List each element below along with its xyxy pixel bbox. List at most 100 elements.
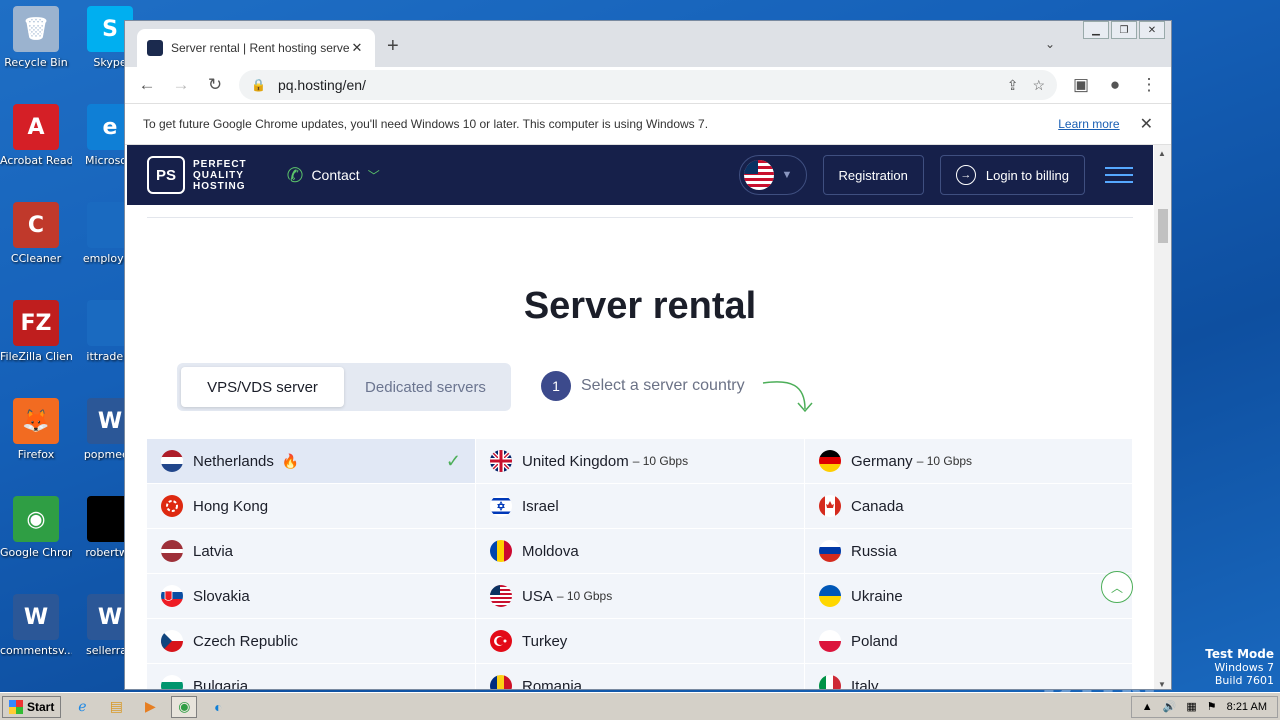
desktop-icon[interactable]: ◉ Google Chrome: [0, 496, 72, 559]
ie-icon[interactable]: ℯ: [69, 696, 95, 718]
bookmark-star-icon[interactable]: ☆: [1032, 77, 1045, 94]
volume-icon[interactable]: 🔊: [1163, 700, 1177, 713]
cz-flag-icon: [161, 630, 183, 652]
media-player-icon[interactable]: ▶: [137, 696, 163, 718]
country-speed: – 10 Gbps: [916, 454, 973, 468]
clock[interactable]: 8:21 AM: [1227, 701, 1267, 713]
chevron-down-icon: ﹀: [367, 168, 380, 183]
start-button[interactable]: Start: [2, 695, 62, 718]
registration-button[interactable]: Registration: [822, 155, 924, 195]
tab-close-icon[interactable]: ✕: [349, 40, 365, 56]
country-option-tr[interactable]: Turkey: [476, 619, 805, 664]
country-name: USA: [522, 587, 553, 605]
desktop-icon[interactable]: 🗑 Recycle Bin: [0, 6, 72, 69]
country-name: Canada: [851, 497, 904, 515]
scroll-thumb[interactable]: [1158, 209, 1168, 243]
minimize-button[interactable]: ▁: [1083, 21, 1109, 39]
de-flag-icon: [819, 450, 841, 472]
bg-flag-icon: [161, 675, 183, 689]
browser-toolbar: ← → ↻ 🔒 pq.hosting/en/ ⇪ ☆ ▣ ● ⋮: [125, 67, 1171, 103]
reload-button[interactable]: ↻: [201, 71, 229, 99]
desktop-icon-label: commentsv...: [0, 644, 72, 657]
site-logo[interactable]: PS PERFECT QUALITY HOSTING: [147, 156, 247, 194]
hamburger-menu-icon[interactable]: [1105, 162, 1133, 188]
scroll-to-top-button[interactable]: ︿: [1101, 571, 1133, 603]
country-option-de[interactable]: Germany – 10 Gbps: [805, 439, 1133, 484]
browser-tab[interactable]: Server rental | Rent hosting servers ✕: [137, 29, 375, 67]
country-option-sk[interactable]: Slovakia: [147, 574, 476, 619]
phone-icon: ✆: [286, 164, 304, 187]
hk-flag-icon: [161, 495, 183, 517]
country-option-gb[interactable]: United Kingdom – 10 Gbps: [476, 439, 805, 484]
desktop-icon[interactable]: FZ FileZilla Client: [0, 300, 72, 363]
side-panel-icon[interactable]: ▣: [1067, 71, 1095, 99]
lock-icon[interactable]: 🔒: [251, 78, 266, 92]
profile-avatar-icon[interactable]: ●: [1101, 71, 1129, 99]
explorer-icon[interactable]: ▤: [103, 696, 129, 718]
country-name: Hong Kong: [193, 497, 269, 515]
country-option-md[interactable]: Moldova: [476, 529, 805, 574]
country-name: Germany: [851, 452, 913, 470]
learn-more-link[interactable]: Learn more: [1058, 117, 1119, 131]
country-option-it[interactable]: Italy: [805, 664, 1133, 689]
desktop-icon[interactable]: A Acrobat Reader DC: [0, 104, 72, 167]
logo-mark: PS: [147, 156, 185, 194]
share-icon[interactable]: ⇪: [1007, 77, 1019, 94]
tab-search-chevron-icon[interactable]: ⌄: [1045, 37, 1055, 51]
back-button[interactable]: ←: [133, 71, 161, 99]
infobar-message: To get future Google Chrome updates, you…: [143, 117, 709, 131]
page-scrollbar[interactable]: ▲ ▼: [1154, 145, 1171, 689]
country-option-hk[interactable]: Hong Kong: [147, 484, 476, 529]
country-option-nl[interactable]: Netherlands 🔥 ✓: [147, 439, 476, 484]
country-option-ru[interactable]: Russia: [805, 529, 1133, 574]
scroll-up-icon[interactable]: ▲: [1158, 149, 1166, 158]
desktop-icon[interactable]: C CCleaner: [0, 202, 72, 265]
restore-button[interactable]: ❐: [1111, 21, 1137, 39]
desktop-icon-label: Recycle Bin: [4, 56, 68, 69]
country-option-lv[interactable]: Latvia: [147, 529, 476, 574]
country-option-ro[interactable]: Romania: [476, 664, 805, 689]
contact-label: Contact: [311, 167, 360, 183]
login-arrow-icon: →: [955, 165, 976, 185]
country-option-cz[interactable]: Czech Republic: [147, 619, 476, 664]
pl-flag-icon: [819, 630, 841, 652]
new-tab-button[interactable]: +: [387, 35, 399, 58]
tab-dedicated[interactable]: Dedicated servers: [344, 367, 507, 407]
tab-vps-vds[interactable]: VPS/VDS server: [181, 367, 344, 407]
edge-icon[interactable]: ◐: [205, 696, 231, 718]
contact-menu[interactable]: ✆ Contact ﹀: [287, 163, 380, 188]
chrome-menu-icon[interactable]: ⋮: [1135, 71, 1163, 99]
tab-title: Server rental | Rent hosting servers: [171, 41, 349, 55]
country-name: Netherlands: [193, 452, 274, 470]
ru-flag-icon: [819, 540, 841, 562]
app-icon: C: [13, 202, 59, 248]
login-billing-button[interactable]: → Login to billing: [939, 155, 1085, 195]
scroll-down-icon[interactable]: ▼: [1158, 680, 1166, 689]
country-name: Poland: [851, 632, 898, 650]
step-number: 1: [541, 371, 571, 401]
url-text[interactable]: pq.hosting/en/: [278, 77, 993, 93]
language-selector[interactable]: ▼: [738, 155, 807, 195]
tr-flag-icon: [490, 630, 512, 652]
forward-button[interactable]: →: [167, 71, 195, 99]
desktop-icon[interactable]: Wcommentsv...: [0, 594, 72, 657]
app-icon: 🗑: [13, 6, 59, 52]
country-option-us[interactable]: USA – 10 Gbps: [476, 574, 805, 619]
country-option-ua[interactable]: Ukraine: [805, 574, 1133, 619]
gb-flag-icon: [490, 450, 512, 472]
country-option-pl[interactable]: Poland: [805, 619, 1133, 664]
desktop-icon-label: FileZilla Client: [0, 350, 72, 363]
network-icon[interactable]: ▦: [1186, 700, 1196, 713]
country-option-il[interactable]: Israel: [476, 484, 805, 529]
chrome-taskbar-icon[interactable]: ◉: [171, 695, 198, 718]
flag-icon[interactable]: ⚑: [1207, 700, 1217, 713]
country-name: Turkey: [522, 632, 568, 650]
address-bar[interactable]: 🔒 pq.hosting/en/ ⇪ ☆: [239, 70, 1057, 100]
country-option-ca[interactable]: Canada: [805, 484, 1133, 529]
desktop-icon[interactable]: 🦊 Firefox: [0, 398, 72, 461]
country-option-bg[interactable]: Bulgaria: [147, 664, 476, 689]
infobar-close-icon[interactable]: ✕: [1140, 114, 1153, 134]
close-window-button[interactable]: ✕: [1139, 21, 1165, 39]
tray-expand-icon[interactable]: ▲: [1142, 701, 1153, 713]
server-type-toggle: VPS/VDS server Dedicated servers: [177, 363, 511, 411]
